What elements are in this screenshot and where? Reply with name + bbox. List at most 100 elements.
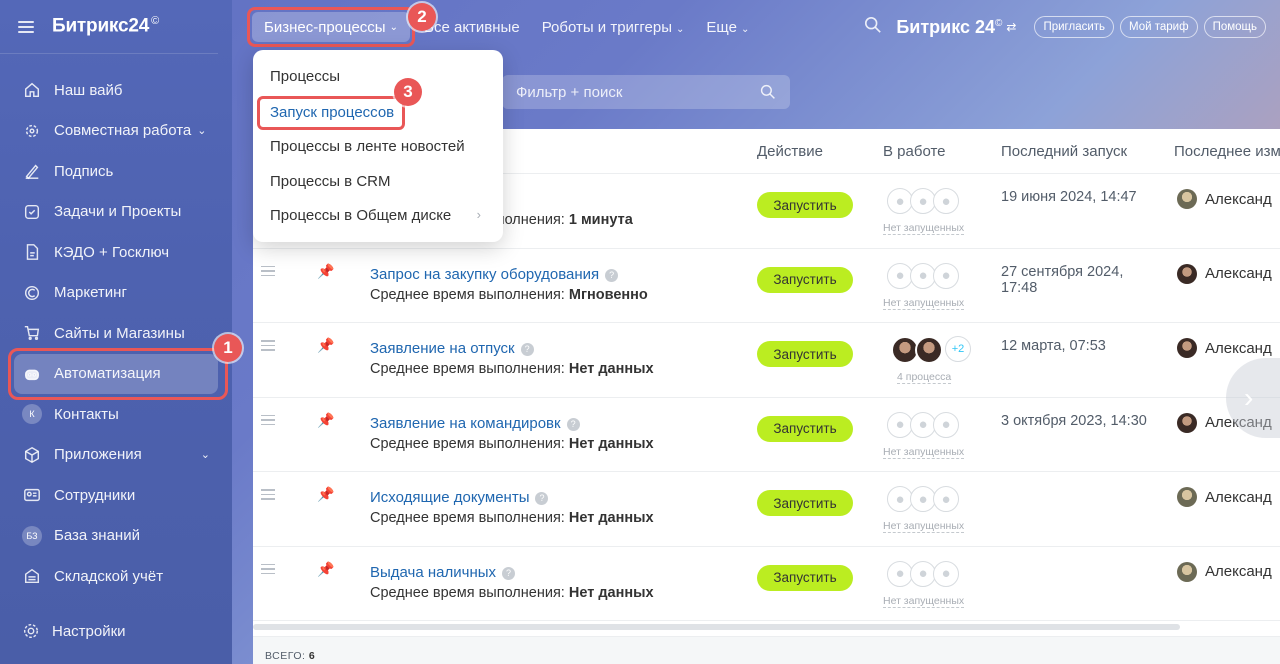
- sidebar-item-employees[interactable]: Сотрудники: [0, 475, 232, 516]
- run-button[interactable]: Запустить: [757, 192, 853, 218]
- sidebar-item-marketing[interactable]: Маркетинг: [0, 273, 232, 314]
- avatar: [1177, 561, 1197, 582]
- sidebar-item-label: Наш вайб: [54, 81, 123, 99]
- more-users-badge[interactable]: +2: [945, 336, 971, 362]
- avatar: [1177, 338, 1197, 358]
- business-processes-dropdown: Процессы Запуск процессов Процессы в лен…: [253, 50, 503, 242]
- help-icon[interactable]: ?: [520, 343, 534, 356]
- process-name[interactable]: Выдача наличных?: [370, 563, 516, 581]
- sidebar-item-tasks[interactable]: Задачи и Проекты: [0, 192, 232, 233]
- in-work-link[interactable]: Нет запущенных: [883, 520, 965, 533]
- search-icon[interactable]: [760, 84, 776, 100]
- run-button[interactable]: Запустить: [757, 415, 853, 442]
- table-row[interactable]: 📌 Исходящие документы? Среднее время вып…: [253, 472, 1280, 547]
- dropdown-item-processes[interactable]: Процессы: [270, 68, 340, 85]
- run-button[interactable]: Запустить: [757, 266, 853, 293]
- help-icon[interactable]: ?: [502, 566, 516, 580]
- column-last-edit[interactable]: Последнее изм: [1174, 143, 1280, 160]
- drag-handle-icon[interactable]: [261, 489, 275, 500]
- in-work-avatars: ● ● ●: [887, 262, 959, 289]
- header-logo[interactable]: Битрикс 24©: [896, 17, 1002, 38]
- search-icon[interactable]: [864, 16, 882, 39]
- last-editor[interactable]: Александ: [1177, 338, 1272, 358]
- table-row[interactable]: 📌 Заявление на командировк? Среднее врем…: [253, 398, 1280, 472]
- sidebar-item-knowledge[interactable]: БЗ База знаний: [0, 516, 232, 557]
- sidebar-item-signature[interactable]: Подпись: [0, 151, 232, 192]
- filter-search-input[interactable]: Фильтр + поиск: [502, 75, 790, 109]
- pin-icon[interactable]: 📌: [317, 263, 334, 280]
- settings-toggle-icon[interactable]: ⇄: [1006, 20, 1016, 34]
- pin-icon[interactable]: 📌: [317, 486, 334, 503]
- run-button[interactable]: Запустить: [757, 564, 853, 591]
- dropdown-item-news-feed[interactable]: Процессы в ленте новостей: [270, 138, 465, 155]
- home-icon: [22, 80, 42, 100]
- last-run-date: 27 сентября 2024, 17:48: [1001, 263, 1124, 296]
- last-editor[interactable]: Александ: [1177, 263, 1272, 284]
- pin-icon[interactable]: 📌: [317, 412, 334, 429]
- sidebar-item-kedo[interactable]: КЭДО + Госключ: [0, 232, 232, 273]
- table-row[interactable]: 📌 Запрос на закупку оборудования? Средне…: [253, 249, 1280, 323]
- contacts-letter-icon: К: [22, 404, 42, 425]
- help-icon[interactable]: ?: [605, 268, 619, 282]
- chevron-right-icon: ›: [476, 207, 481, 222]
- process-name[interactable]: Заявление на командировк?: [370, 415, 580, 432]
- process-name-text: Выдача наличных: [370, 563, 497, 581]
- tab-label: Еще: [706, 18, 737, 36]
- sidebar-item-collab[interactable]: Совместная работа ⌄: [0, 111, 232, 152]
- in-work-avatars: ● ● ●: [887, 560, 959, 587]
- sidebar-item-automation[interactable]: Автоматизация: [8, 347, 228, 400]
- dropdown-item-crm[interactable]: Процессы в CRM: [270, 173, 390, 190]
- process-name[interactable]: Заявление на отпуск?: [370, 340, 534, 357]
- my-plan-button[interactable]: Мой тариф: [1120, 16, 1198, 38]
- tab-business-processes[interactable]: Бизнес-процессы ⌄: [247, 7, 415, 47]
- invite-button[interactable]: Пригласить: [1034, 16, 1115, 38]
- help-icon[interactable]: ?: [535, 492, 549, 505]
- pin-icon[interactable]: 📌: [317, 561, 334, 578]
- drag-handle-icon[interactable]: [261, 265, 275, 276]
- in-work-link[interactable]: Нет запущенных: [883, 297, 965, 310]
- table-row[interactable]: 📌 Выдача наличных? Среднее время выполне…: [253, 547, 1280, 621]
- sidebar-logo[interactable]: Битрикс24 ©: [52, 15, 159, 37]
- table-row[interactable]: 📌 Заявление на отпуск? Среднее время вып…: [253, 323, 1280, 398]
- help-icon[interactable]: ?: [566, 417, 580, 431]
- menu-icon[interactable]: [18, 20, 34, 33]
- tab-label: Все активные: [423, 18, 520, 36]
- in-work-link[interactable]: 4 процесса: [897, 371, 952, 384]
- column-last-run[interactable]: Последний запуск: [1001, 143, 1127, 160]
- sidebar-item-warehouse[interactable]: Складской учёт: [0, 556, 232, 597]
- column-in-work[interactable]: В работе: [883, 143, 946, 160]
- last-editor[interactable]: Александ: [1177, 487, 1272, 507]
- last-editor[interactable]: Александ: [1177, 561, 1272, 582]
- pin-icon[interactable]: 📌: [317, 337, 334, 354]
- tab-robots-triggers[interactable]: Роботы и триггеры ⌄: [542, 19, 685, 36]
- dropdown-item-common-drive[interactable]: Процессы в Общем диске: [270, 207, 451, 224]
- tab-all-active[interactable]: Все активные: [424, 19, 520, 36]
- table-footer: ВСЕГО: 6: [253, 636, 1280, 664]
- sidebar-item-our-vibe[interactable]: Наш вайб: [0, 70, 232, 111]
- run-button[interactable]: Запустить: [757, 490, 853, 516]
- column-action[interactable]: Действие: [757, 143, 823, 160]
- in-work-link[interactable]: Нет запущенных: [883, 222, 965, 235]
- user-icon: ●: [933, 188, 959, 214]
- sidebar-item-apps[interactable]: Приложения ⌄: [0, 435, 232, 476]
- signature-icon: [22, 161, 42, 181]
- highlight-frame: [257, 96, 405, 130]
- in-work-link[interactable]: Нет запущенных: [883, 446, 965, 459]
- help-button[interactable]: Помощь: [1203, 16, 1266, 38]
- in-work-link[interactable]: Нет запущенных: [883, 595, 965, 608]
- gear-icon: [23, 623, 39, 639]
- tab-more[interactable]: Еще ⌄: [706, 19, 749, 36]
- process-name-text: Заявление на отпуск: [370, 340, 515, 357]
- horizontal-scrollbar[interactable]: [253, 624, 1180, 630]
- drag-handle-icon[interactable]: [261, 340, 275, 351]
- last-editor[interactable]: Александ: [1177, 189, 1272, 209]
- sidebar-item-contacts[interactable]: К Контакты: [0, 394, 232, 435]
- process-name[interactable]: Исходящие документы?: [370, 489, 549, 506]
- drag-handle-icon[interactable]: [261, 414, 275, 425]
- process-name[interactable]: Запрос на закупку оборудования?: [370, 266, 619, 283]
- settings-label: Настройки: [52, 622, 126, 640]
- process-avg-time: Среднее время выполнения: Мгновенно: [370, 287, 648, 303]
- run-button[interactable]: Запустить: [757, 341, 853, 367]
- sidebar-item-settings[interactable]: Настройки: [22, 622, 126, 640]
- drag-handle-icon[interactable]: [261, 563, 275, 574]
